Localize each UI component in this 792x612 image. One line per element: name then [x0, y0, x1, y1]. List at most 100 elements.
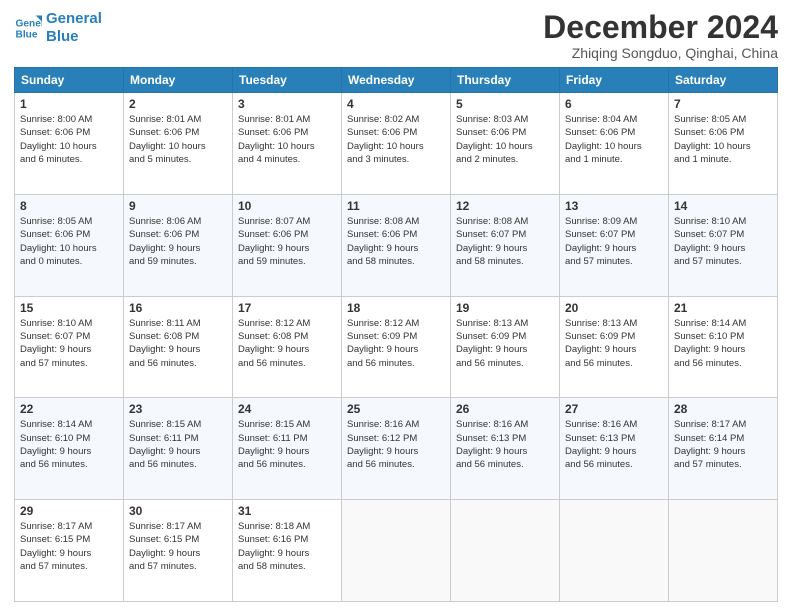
- calendar-cell: [669, 500, 778, 602]
- day-info: Sunrise: 8:16 AM Sunset: 6:13 PM Dayligh…: [456, 418, 554, 471]
- day-number: 23: [129, 402, 227, 416]
- svg-text:Blue: Blue: [16, 29, 38, 40]
- calendar-cell: 15 Sunrise: 8:10 AM Sunset: 6:07 PM Dayli…: [15, 296, 124, 398]
- day-number: 28: [674, 402, 772, 416]
- day-info: Sunrise: 8:05 AM Sunset: 6:06 PM Dayligh…: [674, 113, 772, 166]
- calendar-cell: 24 Sunrise: 8:15 AM Sunset: 6:11 PM Dayli…: [233, 398, 342, 500]
- logo-line2: Blue: [46, 28, 102, 46]
- calendar-week-row: 29 Sunrise: 8:17 AM Sunset: 6:15 PM Dayli…: [15, 500, 778, 602]
- day-number: 14: [674, 199, 772, 213]
- calendar-cell: 19 Sunrise: 8:13 AM Sunset: 6:09 PM Dayli…: [451, 296, 560, 398]
- calendar-cell: 25Sunrise: 8:16 AM Sunset: 6:12 PM Dayli…: [342, 398, 451, 500]
- calendar-cell: 4 Sunrise: 8:02 AM Sunset: 6:06 PM Daylig…: [342, 93, 451, 195]
- day-info: Sunrise: 8:01 AM Sunset: 6:06 PM Dayligh…: [129, 113, 227, 166]
- header: General Blue General Blue December 2024 …: [14, 10, 778, 61]
- day-info: Sunrise: 8:12 AM Sunset: 6:09 PM Dayligh…: [347, 317, 445, 370]
- svg-text:General: General: [16, 18, 42, 29]
- day-info: Sunrise: 8:01 AM Sunset: 6:06 PM Dayligh…: [238, 113, 336, 166]
- calendar-header-tuesday: Tuesday: [233, 68, 342, 93]
- day-info: Sunrise: 8:15 AM Sunset: 6:11 PM Dayligh…: [129, 418, 227, 471]
- calendar-week-row: 15 Sunrise: 8:10 AM Sunset: 6:07 PM Dayli…: [15, 296, 778, 398]
- day-info: Sunrise: 8:03 AM Sunset: 6:06 PM Dayligh…: [456, 113, 554, 166]
- calendar-header-thursday: Thursday: [451, 68, 560, 93]
- day-number: 25: [347, 402, 445, 416]
- calendar-cell: 28 Sunrise: 8:17 AM Sunset: 6:14 PM Dayli…: [669, 398, 778, 500]
- day-number: 13: [565, 199, 663, 213]
- calendar-cell: 23 Sunrise: 8:15 AM Sunset: 6:11 PM Dayli…: [124, 398, 233, 500]
- title-location: Zhiqing Songduo, Qinghai, China: [543, 45, 778, 61]
- day-number: 10: [238, 199, 336, 213]
- calendar-week-row: 1 Sunrise: 8:00 AM Sunset: 6:06 PM Daylig…: [15, 93, 778, 195]
- day-number: 12: [456, 199, 554, 213]
- calendar-cell: [560, 500, 669, 602]
- day-number: 18: [347, 301, 445, 315]
- day-info: Sunrise: 8:17 AM Sunset: 6:15 PM Dayligh…: [129, 520, 227, 573]
- day-number: 27: [565, 402, 663, 416]
- day-info: Sunrise: 8:18 AM Sunset: 6:16 PM Dayligh…: [238, 520, 336, 573]
- calendar-header-wednesday: Wednesday: [342, 68, 451, 93]
- calendar-cell: 6Sunrise: 8:04 AM Sunset: 6:06 PM Daylig…: [560, 93, 669, 195]
- calendar-week-row: 22 Sunrise: 8:14 AM Sunset: 6:10 PM Dayli…: [15, 398, 778, 500]
- day-number: 3: [238, 97, 336, 111]
- day-info: Sunrise: 8:10 AM Sunset: 6:07 PM Dayligh…: [674, 215, 772, 268]
- calendar-cell: 16Sunrise: 8:11 AM Sunset: 6:08 PM Dayli…: [124, 296, 233, 398]
- calendar-table: SundayMondayTuesdayWednesdayThursdayFrid…: [14, 67, 778, 602]
- title-month: December 2024: [543, 10, 778, 45]
- title-block: December 2024 Zhiqing Songduo, Qinghai, …: [543, 10, 778, 61]
- day-number: 2: [129, 97, 227, 111]
- calendar-cell: 30 Sunrise: 8:17 AM Sunset: 6:15 PM Dayli…: [124, 500, 233, 602]
- day-number: 20: [565, 301, 663, 315]
- day-info: Sunrise: 8:14 AM Sunset: 6:10 PM Dayligh…: [20, 418, 118, 471]
- calendar-cell: [342, 500, 451, 602]
- day-number: 21: [674, 301, 772, 315]
- day-number: 19: [456, 301, 554, 315]
- day-number: 5: [456, 97, 554, 111]
- day-number: 7: [674, 97, 772, 111]
- calendar-week-row: 8Sunrise: 8:05 AM Sunset: 6:06 PM Daylig…: [15, 194, 778, 296]
- day-number: 29: [20, 504, 118, 518]
- day-info: Sunrise: 8:02 AM Sunset: 6:06 PM Dayligh…: [347, 113, 445, 166]
- day-number: 1: [20, 97, 118, 111]
- day-number: 9: [129, 199, 227, 213]
- day-info: Sunrise: 8:10 AM Sunset: 6:07 PM Dayligh…: [20, 317, 118, 370]
- day-info: Sunrise: 8:08 AM Sunset: 6:07 PM Dayligh…: [456, 215, 554, 268]
- calendar-cell: 9 Sunrise: 8:06 AM Sunset: 6:06 PM Daylig…: [124, 194, 233, 296]
- day-info: Sunrise: 8:13 AM Sunset: 6:09 PM Dayligh…: [456, 317, 554, 370]
- calendar-cell: 20 Sunrise: 8:13 AM Sunset: 6:09 PM Dayli…: [560, 296, 669, 398]
- day-number: 31: [238, 504, 336, 518]
- day-info: Sunrise: 8:15 AM Sunset: 6:11 PM Dayligh…: [238, 418, 336, 471]
- day-info: Sunrise: 8:04 AM Sunset: 6:06 PM Dayligh…: [565, 113, 663, 166]
- day-info: Sunrise: 8:16 AM Sunset: 6:13 PM Dayligh…: [565, 418, 663, 471]
- day-number: 4: [347, 97, 445, 111]
- calendar-cell: 7 Sunrise: 8:05 AM Sunset: 6:06 PM Daylig…: [669, 93, 778, 195]
- day-number: 26: [456, 402, 554, 416]
- day-number: 8: [20, 199, 118, 213]
- day-info: Sunrise: 8:06 AM Sunset: 6:06 PM Dayligh…: [129, 215, 227, 268]
- day-info: Sunrise: 8:07 AM Sunset: 6:06 PM Dayligh…: [238, 215, 336, 268]
- day-info: Sunrise: 8:13 AM Sunset: 6:09 PM Dayligh…: [565, 317, 663, 370]
- calendar-cell: 13Sunrise: 8:09 AM Sunset: 6:07 PM Dayli…: [560, 194, 669, 296]
- calendar-header-row: SundayMondayTuesdayWednesdayThursdayFrid…: [15, 68, 778, 93]
- day-info: Sunrise: 8:00 AM Sunset: 6:06 PM Dayligh…: [20, 113, 118, 166]
- calendar-cell: [451, 500, 560, 602]
- day-number: 15: [20, 301, 118, 315]
- calendar-header-monday: Monday: [124, 68, 233, 93]
- calendar-cell: 17Sunrise: 8:12 AM Sunset: 6:08 PM Dayli…: [233, 296, 342, 398]
- calendar-cell: 18 Sunrise: 8:12 AM Sunset: 6:09 PM Dayli…: [342, 296, 451, 398]
- calendar-cell: 26 Sunrise: 8:16 AM Sunset: 6:13 PM Dayli…: [451, 398, 560, 500]
- day-info: Sunrise: 8:17 AM Sunset: 6:15 PM Dayligh…: [20, 520, 118, 573]
- day-number: 30: [129, 504, 227, 518]
- day-number: 24: [238, 402, 336, 416]
- day-number: 22: [20, 402, 118, 416]
- calendar-header-sunday: Sunday: [15, 68, 124, 93]
- day-info: Sunrise: 8:17 AM Sunset: 6:14 PM Dayligh…: [674, 418, 772, 471]
- calendar-header-saturday: Saturday: [669, 68, 778, 93]
- calendar-cell: 8Sunrise: 8:05 AM Sunset: 6:06 PM Daylig…: [15, 194, 124, 296]
- calendar-header-friday: Friday: [560, 68, 669, 93]
- day-info: Sunrise: 8:12 AM Sunset: 6:08 PM Dayligh…: [238, 317, 336, 370]
- calendar-cell: 11Sunrise: 8:08 AM Sunset: 6:06 PM Dayli…: [342, 194, 451, 296]
- calendar-cell: 5 Sunrise: 8:03 AM Sunset: 6:06 PM Daylig…: [451, 93, 560, 195]
- day-number: 11: [347, 199, 445, 213]
- day-number: 16: [129, 301, 227, 315]
- page: General Blue General Blue December 2024 …: [0, 0, 792, 612]
